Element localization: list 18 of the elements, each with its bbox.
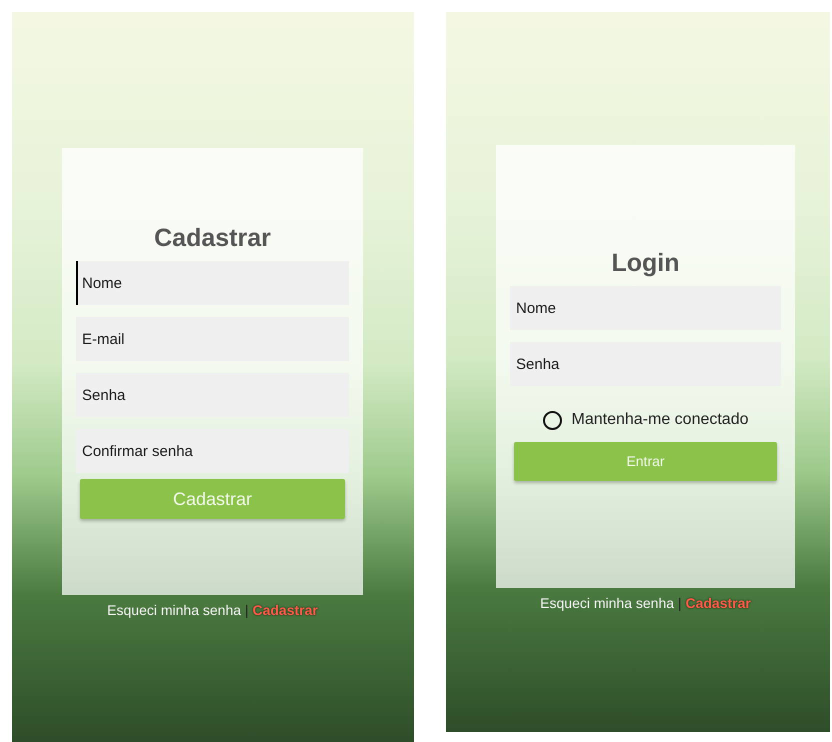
input-field[interactable]: Senha bbox=[76, 373, 349, 417]
separator: | bbox=[244, 602, 249, 618]
register-link[interactable]: Cadastrar bbox=[252, 602, 318, 618]
radio-button[interactable] bbox=[542, 410, 562, 430]
forgot-password-link[interactable]: Esqueci minha senha bbox=[540, 595, 674, 611]
input-field[interactable]: Nome bbox=[76, 261, 349, 305]
input-field[interactable]: Senha bbox=[510, 342, 781, 386]
input-field[interactable]: E-mail bbox=[76, 317, 349, 361]
input-field[interactable]: Confirmar senha bbox=[76, 429, 349, 473]
radio-label: Mantenha-me conectado bbox=[572, 410, 748, 430]
input-field[interactable]: Nome bbox=[510, 286, 781, 330]
submit-button[interactable]: Cadastrar bbox=[80, 479, 345, 519]
submit-button[interactable]: Entrar bbox=[514, 442, 777, 481]
forgot-password-link[interactable]: Esqueci minha senha bbox=[107, 602, 242, 618]
form-title: Cadastrar bbox=[153, 226, 272, 251]
separator: | bbox=[678, 595, 682, 611]
register-link[interactable]: Cadastrar bbox=[685, 595, 751, 611]
form-title: Login bbox=[610, 251, 681, 276]
